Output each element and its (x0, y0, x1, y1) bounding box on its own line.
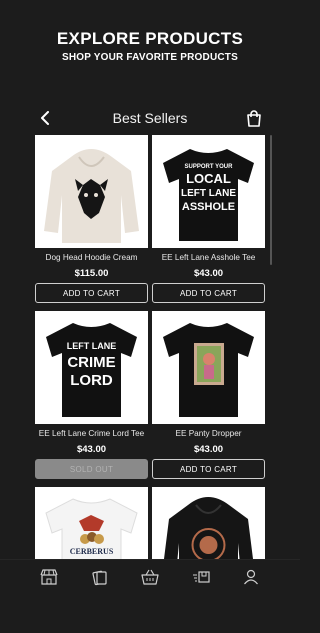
hoodie-image (152, 487, 265, 559)
product-image[interactable] (152, 311, 265, 424)
svg-text:LOCAL: LOCAL (186, 171, 231, 186)
fast-delivery-icon (193, 571, 210, 583)
nav-item-account[interactable] (240, 566, 262, 588)
sold-out-button: SOLD OUT (35, 459, 148, 479)
shopping-bag-icon (247, 109, 261, 127)
store-icon (40, 569, 58, 585)
tshirt-image: LEFT LANE CRIME LORD (35, 311, 148, 424)
product-price: $43.00 (193, 444, 224, 455)
svg-text:LEFT LANE: LEFT LANE (67, 341, 117, 351)
product-grid[interactable]: Dog Head Hoodie Cream $115.00 ADD TO CAR… (0, 135, 300, 559)
product-name[interactable]: Dog Head Hoodie Cream (35, 253, 148, 262)
user-icon (244, 569, 258, 585)
nav-item-catalog[interactable] (89, 566, 111, 588)
product-image[interactable] (152, 487, 265, 559)
hero-banner: EXPLORE PRODUCTS SHOP YOUR FAVORITE PROD… (0, 0, 300, 100)
product-name[interactable]: EE Panty Dropper (152, 429, 265, 438)
product-card[interactable]: Dog Head Hoodie Cream $115.00 ADD TO CAR… (35, 135, 148, 303)
hoodie-image (35, 135, 148, 248)
bottom-nav (0, 559, 300, 593)
nav-item-basket[interactable] (139, 566, 161, 588)
svg-text:SUPPORT YOUR: SUPPORT YOUR (185, 164, 234, 170)
svg-text:LORD: LORD (70, 372, 113, 389)
svg-text:CRIME: CRIME (67, 354, 115, 371)
product-price: $115.00 (74, 268, 109, 279)
product-image[interactable]: LEFT LANE CRIME LORD (35, 311, 148, 424)
product-card[interactable]: SUPPORT YOUR LOCAL LEFT LANE ASSHOLE EE … (152, 135, 265, 303)
cart-button[interactable] (243, 107, 265, 129)
print-text: CERBERUS (70, 547, 114, 556)
tshirt-image (152, 311, 265, 424)
scrollbar[interactable] (270, 135, 272, 265)
product-price: $43.00 (76, 444, 107, 455)
nav-item-delivery[interactable] (190, 566, 212, 588)
product-card[interactable] (152, 487, 265, 559)
product-name[interactable]: EE Left Lane Asshole Tee (152, 253, 265, 262)
product-name[interactable]: EE Left Lane Crime Lord Tee (35, 429, 148, 438)
page-subtitle: SHOP YOUR FAVORITE PRODUCTS (62, 52, 238, 63)
add-to-cart-button[interactable]: ADD TO CART (152, 283, 265, 303)
system-bar (0, 593, 300, 633)
product-card[interactable]: EE Panty Dropper $43.00 ADD TO CART (152, 311, 265, 479)
product-image[interactable]: SUPPORT YOUR LOCAL LEFT LANE ASSHOLE (152, 135, 265, 248)
section-header: Best Sellers (0, 102, 300, 134)
product-card[interactable]: LEFT LANE CRIME LORD EE Left Lane Crime … (35, 311, 148, 479)
svg-text:ASSHOLE: ASSHOLE (182, 201, 235, 213)
nav-item-store[interactable] (38, 566, 60, 588)
tshirt-image: CERBERUS (35, 487, 148, 559)
product-image[interactable]: CERBERUS (35, 487, 148, 559)
product-image[interactable] (35, 135, 148, 248)
add-to-cart-button[interactable]: ADD TO CART (152, 459, 265, 479)
cards-icon (92, 570, 107, 585)
basket-icon (141, 569, 159, 585)
product-card[interactable]: CERBERUS (35, 487, 148, 559)
add-to-cart-button[interactable]: ADD TO CART (35, 283, 148, 303)
svg-text:LEFT LANE: LEFT LANE (181, 188, 236, 199)
page-title: EXPLORE PRODUCTS (56, 29, 244, 48)
product-price: $43.00 (193, 268, 224, 279)
tshirt-image: SUPPORT YOUR LOCAL LEFT LANE ASSHOLE (152, 135, 265, 248)
